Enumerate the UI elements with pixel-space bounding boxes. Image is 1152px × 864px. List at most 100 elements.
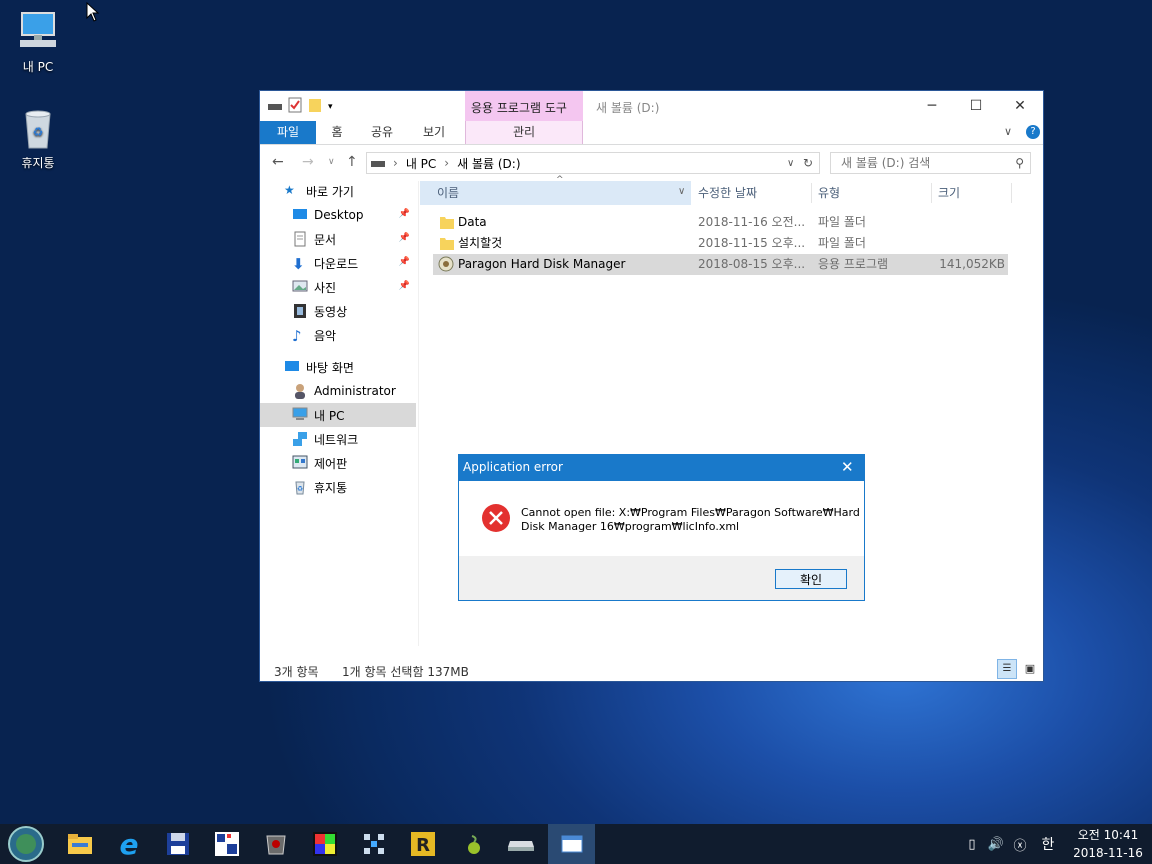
refresh-button[interactable]: ↻ <box>803 156 813 170</box>
recent-dropdown[interactable]: ∨ <box>328 157 335 167</box>
r-app-icon[interactable]: R <box>407 828 439 860</box>
file-row-install[interactable]: 설치할것 2018-11-15 오후... 파일 폴더 <box>433 233 1008 254</box>
nav-item-network[interactable]: 네트워크 <box>260 427 416 451</box>
grid-app-icon[interactable] <box>211 828 243 860</box>
close-circle-icon[interactable]: ⓧ <box>1012 824 1028 864</box>
usb-device-icon[interactable]: ▯ <box>964 824 980 864</box>
breadcrumb-volume[interactable]: 새 볼륨 (D:) <box>457 155 520 172</box>
search-input[interactable]: 새 볼륨 (D:) 검색 ⚲ <box>830 152 1031 174</box>
internet-explorer-icon[interactable]: e <box>113 828 145 861</box>
window-app-icon[interactable] <box>548 824 595 864</box>
dialog-title-bar[interactable]: Application error ✕ <box>459 455 864 481</box>
search-placeholder: 새 볼륨 (D:) 검색 <box>841 156 931 170</box>
nav-label: 사진 <box>314 280 337 295</box>
file-date: 2018-11-16 오전... <box>698 215 806 229</box>
context-tab-header: 응용 프로그램 도구 <box>465 91 583 121</box>
chevron-down-icon[interactable]: ∨ <box>1004 125 1012 138</box>
dialog-close-icon[interactable]: ✕ <box>841 458 854 476</box>
ime-indicator[interactable]: 한 <box>1038 824 1058 864</box>
color-app-icon[interactable] <box>309 828 341 860</box>
ribbon-tabs: 파일 홈 공유 보기 관리 ∨ ? <box>260 121 1043 145</box>
file-date: 2018-11-15 오후... <box>698 236 806 250</box>
large-icons-view-icon[interactable]: ▣ <box>1020 659 1040 679</box>
tab-share[interactable]: 공유 <box>364 121 400 144</box>
tab-view[interactable]: 보기 <box>416 121 452 144</box>
nav-item-recycle-bin[interactable]: ♻ 휴지통 <box>260 475 416 499</box>
nav-item-pictures[interactable]: 사진 📌 <box>260 275 416 299</box>
pictures-icon <box>292 279 308 295</box>
chevron-down-icon[interactable]: ▾ <box>328 102 333 112</box>
pin-icon[interactable]: 📌 <box>399 209 410 219</box>
file-type: 응용 프로그램 <box>818 257 889 271</box>
tab-home[interactable]: 홈 <box>322 121 352 144</box>
nav-item-downloads[interactable]: ⬇ 다운로드 📌 <box>260 251 416 275</box>
file-type: 파일 폴더 <box>818 236 866 250</box>
olive-app-icon[interactable] <box>456 828 488 860</box>
nav-item-control-panel[interactable]: 제어판 <box>260 451 416 475</box>
nav-item-videos[interactable]: 동영상 <box>260 299 416 323</box>
nav-item-music[interactable]: ♪ 음악 <box>260 323 416 347</box>
forward-button[interactable]: → <box>302 154 314 170</box>
details-view-icon[interactable]: ☰ <box>997 659 1017 679</box>
drive-icon[interactable] <box>268 100 282 114</box>
network-app-icon[interactable] <box>358 828 390 860</box>
svg-text:♻: ♻ <box>33 125 44 139</box>
minimize-button[interactable]: ─ <box>909 91 955 121</box>
nav-quick-access[interactable]: ★ 바로 가기 <box>260 179 416 203</box>
drive-icon[interactable] <box>505 828 537 860</box>
title-bar[interactable]: ▾ 응용 프로그램 도구 새 볼륨 (D:) ─ ☐ ✕ <box>260 91 1043 121</box>
file-date: 2018-08-15 오후... <box>698 257 806 271</box>
taskbar: e R ▯ 🔊 ⓧ 한 오전 10:41 2018-11-16 <box>0 824 1152 864</box>
ok-button[interactable]: 확인 <box>775 569 847 589</box>
nav-item-administrator[interactable]: Administrator <box>260 379 416 403</box>
up-button[interactable]: ↑ <box>346 154 358 170</box>
error-icon <box>481 503 511 536</box>
start-orb-icon[interactable] <box>8 826 44 862</box>
status-selection: 1개 항목 선택함 137MB <box>342 665 469 679</box>
nav-label: 다운로드 <box>314 256 359 271</box>
star-icon: ★ <box>284 183 295 197</box>
file-row-data[interactable]: Data 2018-11-16 오전... 파일 폴더 <box>433 212 1008 233</box>
column-header-date[interactable]: 수정한 날짜 <box>698 181 757 205</box>
error-message-line-1: Cannot open file: X:₩Program Files₩Parag… <box>521 506 860 519</box>
nav-label: 휴지통 <box>314 480 348 495</box>
pin-icon[interactable]: 📌 <box>399 233 410 243</box>
error-message-line-2: Disk Manager 16₩program₩licInfo.xml <box>521 520 740 533</box>
file-explorer-icon[interactable] <box>64 828 96 860</box>
tab-manage[interactable]: 관리 <box>465 121 583 144</box>
column-header-type[interactable]: 유형 <box>818 181 840 205</box>
nav-item-documents[interactable]: 문서 📌 <box>260 227 416 251</box>
file-row-paragon[interactable]: Paragon Hard Disk Manager 2018-08-15 오후.… <box>433 254 1008 275</box>
pin-icon[interactable]: 📌 <box>399 257 410 267</box>
nav-label: 바로 가기 <box>306 184 354 199</box>
close-button[interactable]: ✕ <box>997 91 1043 121</box>
nav-label: 음악 <box>314 328 337 343</box>
error-dialog[interactable]: Application error ✕ Cannot open file: X:… <box>458 454 865 601</box>
tab-file[interactable]: 파일 <box>260 121 316 144</box>
help-icon[interactable]: ? <box>1026 125 1040 139</box>
status-bar: 3개 항목 1개 항목 선택함 137MB ☰ ▣ <box>260 659 1043 681</box>
breadcrumb-my-pc[interactable]: 내 PC <box>406 155 436 172</box>
desktop-icon-recycle-bin[interactable]: ♻ 휴지통 <box>8 106 68 171</box>
nav-item-my-pc[interactable]: 내 PC <box>260 403 416 427</box>
back-button[interactable]: ← <box>272 154 284 170</box>
address-dropdown-button[interactable]: ∨ <box>787 158 794 169</box>
computer-icon <box>16 10 60 54</box>
clock[interactable]: 오전 10:41 2018-11-16 <box>1066 826 1150 862</box>
save-disk-icon[interactable] <box>162 828 194 860</box>
maximize-button[interactable]: ☐ <box>953 91 999 121</box>
column-header-size[interactable]: 크기 <box>938 181 960 205</box>
chevron-down-icon[interactable]: ∨ <box>678 186 685 197</box>
sort-ascending-icon: ^ <box>556 175 564 185</box>
column-header-name[interactable]: ^ 이름 ∨ <box>420 175 691 205</box>
address-bar[interactable]: › 내 PC › 새 볼륨 (D:) ∨ ↻ <box>366 152 820 174</box>
recycle-bin-icon: ♻ <box>292 479 308 495</box>
new-folder-icon[interactable] <box>308 97 322 116</box>
volume-icon[interactable]: 🔊 <box>986 824 1006 864</box>
pin-icon[interactable]: 📌 <box>399 281 410 291</box>
properties-icon[interactable] <box>288 97 302 116</box>
nav-desktop-root[interactable]: 바탕 화면 <box>260 355 416 379</box>
game-app-icon[interactable] <box>260 828 292 860</box>
nav-item-desktop[interactable]: Desktop 📌 <box>260 203 416 227</box>
desktop-icon-my-pc[interactable]: 내 PC <box>8 10 68 75</box>
